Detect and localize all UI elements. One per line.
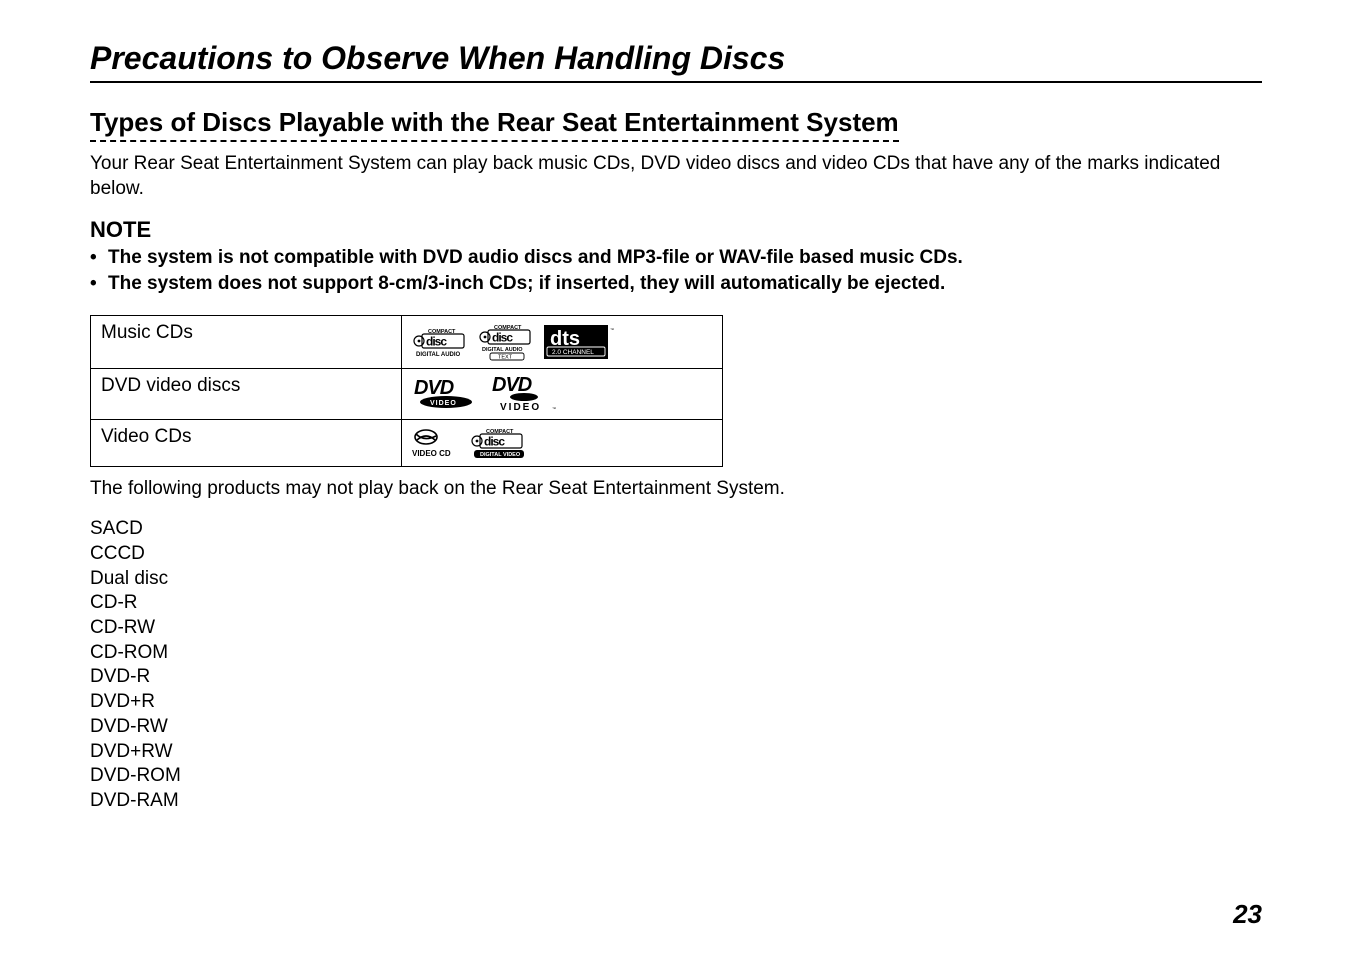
unsupported-item: DVD-R (90, 665, 1262, 690)
dvd-video-caps-icon (490, 375, 560, 413)
cd-digital-audio-icon (412, 326, 470, 358)
section-heading: Types of Discs Playable with the Rear Se… (90, 107, 899, 138)
dvd-video-oval-icon (412, 378, 482, 410)
title-rule (90, 81, 1262, 83)
unsupported-list: SACDCCCDDual discCD-RCD-RWCD-ROMDVD-RDVD… (90, 517, 1262, 813)
unsupported-item: DVD+RW (90, 740, 1262, 765)
table-row: Video CDs (91, 419, 723, 466)
unsupported-item: DVD-ROM (90, 764, 1262, 789)
disc-table: Music CDsDVD video discsVideo CDs (90, 315, 723, 467)
unsupported-item: DVD-RAM (90, 789, 1262, 814)
section-heading-wrap: Types of Discs Playable with the Rear Se… (90, 107, 899, 142)
unsupported-item: CD-RW (90, 616, 1262, 641)
note-list: The system is not compatible with DVD au… (90, 245, 1262, 296)
disc-type-label: Video CDs (91, 419, 402, 466)
table-row: Music CDs (91, 315, 723, 368)
followup-text: The following products may not play back… (90, 477, 1262, 502)
disc-logo-cell (402, 368, 723, 419)
unsupported-item: SACD (90, 517, 1262, 542)
unsupported-item: CD-R (90, 591, 1262, 616)
unsupported-item: Dual disc (90, 567, 1262, 592)
disc-logo-cell (402, 315, 723, 368)
dts-20-channel-icon (544, 325, 616, 359)
cd-digital-audio-text-icon (478, 322, 536, 362)
unsupported-item: CCCD (90, 542, 1262, 567)
table-row: DVD video discs (91, 368, 723, 419)
intro-text: Your Rear Seat Entertainment System can … (90, 152, 1262, 201)
disc-logo-cell (402, 419, 723, 466)
unsupported-item: DVD+R (90, 690, 1262, 715)
cd-digital-video-icon (470, 426, 528, 460)
note-heading: NOTE (90, 217, 1262, 243)
unsupported-item: CD-ROM (90, 641, 1262, 666)
note-item: The system does not support 8-cm/3-inch … (90, 271, 1262, 297)
page-number: 23 (1233, 899, 1262, 930)
unsupported-item: DVD-RW (90, 715, 1262, 740)
video-cd-script-icon (412, 428, 462, 458)
disc-type-label: DVD video discs (91, 368, 402, 419)
note-item: The system is not compatible with DVD au… (90, 245, 1262, 271)
page-title: Precautions to Observe When Handling Dis… (90, 40, 1262, 77)
disc-type-label: Music CDs (91, 315, 402, 368)
